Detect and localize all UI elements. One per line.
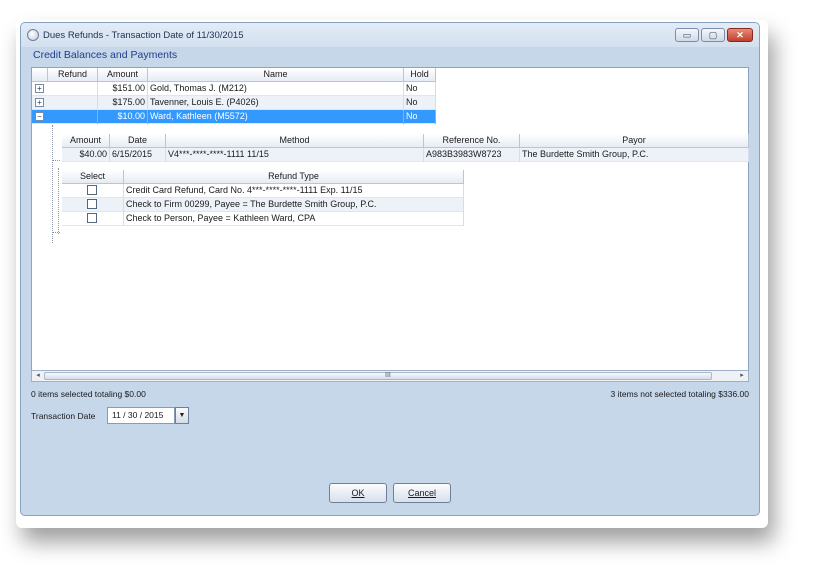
refund-cell	[48, 82, 98, 96]
expand-row-icon[interactable]: +	[35, 98, 44, 107]
transaction-date-label: Transaction Date	[31, 411, 96, 421]
name-cell: Ward, Kathleen (M5572)	[148, 110, 404, 124]
tree-connector-line	[58, 168, 59, 234]
scrollbar-grip-icon: III	[385, 372, 391, 379]
date-dropdown-icon[interactable]: ▼	[175, 407, 189, 424]
select-cell	[62, 184, 124, 198]
column-header-payment-amount[interactable]: Amount	[62, 134, 110, 148]
column-header-refund-type[interactable]: Refund Type	[124, 170, 464, 184]
refund-type-cell: Check to Firm 00299, Payee = The Burdett…	[124, 198, 464, 212]
column-header-name[interactable]: Name	[148, 68, 404, 82]
table-row[interactable]: + $175.00 Tavenner, Louis E. (P4026) No	[32, 96, 436, 110]
payor-cell: The Burdette Smith Group, P.C.	[520, 148, 749, 162]
name-cell: Tavenner, Louis E. (P4026)	[148, 96, 404, 110]
payment-row[interactable]: $40.00 6/15/2015 V4***-****-****-1111 11…	[62, 148, 749, 162]
cancel-button[interactable]: Cancel	[393, 483, 451, 503]
dues-refunds-dialog: Dues Refunds - Transaction Date of 11/30…	[20, 22, 760, 516]
payment-method-cell: V4***-****-****-1111 11/15	[166, 148, 424, 162]
select-cell	[62, 198, 124, 212]
refund-type-checkbox[interactable]	[87, 185, 97, 195]
cancel-button-label: Cancel	[407, 488, 436, 498]
refund-type-row[interactable]: Check to Person, Payee = Kathleen Ward, …	[62, 212, 464, 226]
app-icon	[27, 29, 39, 41]
refund-type-cell: Check to Person, Payee = Kathleen Ward, …	[124, 212, 464, 226]
tree-connector-line	[52, 160, 60, 161]
table-row-selected[interactable]: − $10.00 Ward, Kathleen (M5572) No	[32, 110, 436, 124]
tree-connector-line	[52, 232, 60, 233]
reference-no-cell: A983B3983W8723	[424, 148, 520, 162]
window-title: Dues Refunds - Transaction Date of 11/30…	[43, 30, 244, 41]
refund-cell	[48, 110, 98, 124]
table-row[interactable]: + $151.00 Gold, Thomas J. (M212) No	[32, 82, 436, 96]
column-header-payment-method[interactable]: Method	[166, 134, 424, 148]
refund-type-cell: Credit Card Refund, Card No. 4***-****-*…	[124, 184, 464, 198]
column-header-payment-date[interactable]: Date	[110, 134, 166, 148]
name-cell: Gold, Thomas J. (M212)	[148, 82, 404, 96]
expand-row-icon[interactable]: +	[35, 84, 44, 93]
column-header-hold[interactable]: Hold	[404, 68, 436, 82]
ok-button-label: OK	[351, 488, 365, 498]
selected-summary: 0 items selected totaling $0.00	[31, 389, 146, 399]
column-header-select[interactable]: Select	[62, 170, 124, 184]
select-cell	[62, 212, 124, 226]
scrollbar-thumb[interactable]: III	[44, 372, 712, 380]
column-header-amount[interactable]: Amount	[98, 68, 148, 82]
refund-type-checkbox[interactable]	[87, 213, 97, 223]
column-header-payor[interactable]: Payor	[520, 134, 749, 148]
refund-type-row[interactable]: Credit Card Refund, Card No. 4***-****-*…	[62, 184, 464, 198]
refund-cell	[48, 96, 98, 110]
tree-connector-line	[52, 125, 53, 243]
maximize-button[interactable]: ▢	[701, 28, 725, 42]
collapse-row-icon[interactable]: −	[35, 112, 44, 121]
amount-cell: $151.00	[98, 82, 148, 96]
amount-cell: $175.00	[98, 96, 148, 110]
hold-cell: No	[404, 82, 436, 96]
scroll-right-icon[interactable]: ▸	[736, 371, 748, 381]
column-header-refund[interactable]: Refund	[48, 68, 98, 82]
refund-type-row[interactable]: Check to Firm 00299, Payee = The Burdett…	[62, 198, 464, 212]
payment-amount-cell: $40.00	[62, 148, 110, 162]
payment-date-cell: 6/15/2015	[110, 148, 166, 162]
expander-column-header	[32, 68, 48, 82]
minimize-button[interactable]: ▭	[675, 28, 699, 42]
close-button[interactable]: ✕	[727, 28, 753, 42]
scroll-left-icon[interactable]: ◂	[32, 371, 44, 381]
column-header-reference-no[interactable]: Reference No.	[424, 134, 520, 148]
not-selected-summary: 3 items not selected totaling $336.00	[610, 389, 749, 399]
transaction-date-input[interactable]: 11 / 30 / 2015	[107, 407, 175, 424]
amount-cell: $10.00	[98, 110, 148, 124]
hold-cell: No	[404, 110, 436, 124]
title-bar[interactable]: Dues Refunds - Transaction Date of 11/30…	[21, 23, 759, 47]
section-header: Credit Balances and Payments	[33, 49, 178, 61]
refund-type-checkbox[interactable]	[87, 199, 97, 209]
ok-button[interactable]: OK	[329, 483, 387, 503]
hold-cell: No	[404, 96, 436, 110]
horizontal-scrollbar[interactable]: ◂ III ▸	[31, 370, 749, 382]
credit-balances-grid: Refund Amount Name Hold + $151.00 Gold, …	[31, 67, 749, 382]
